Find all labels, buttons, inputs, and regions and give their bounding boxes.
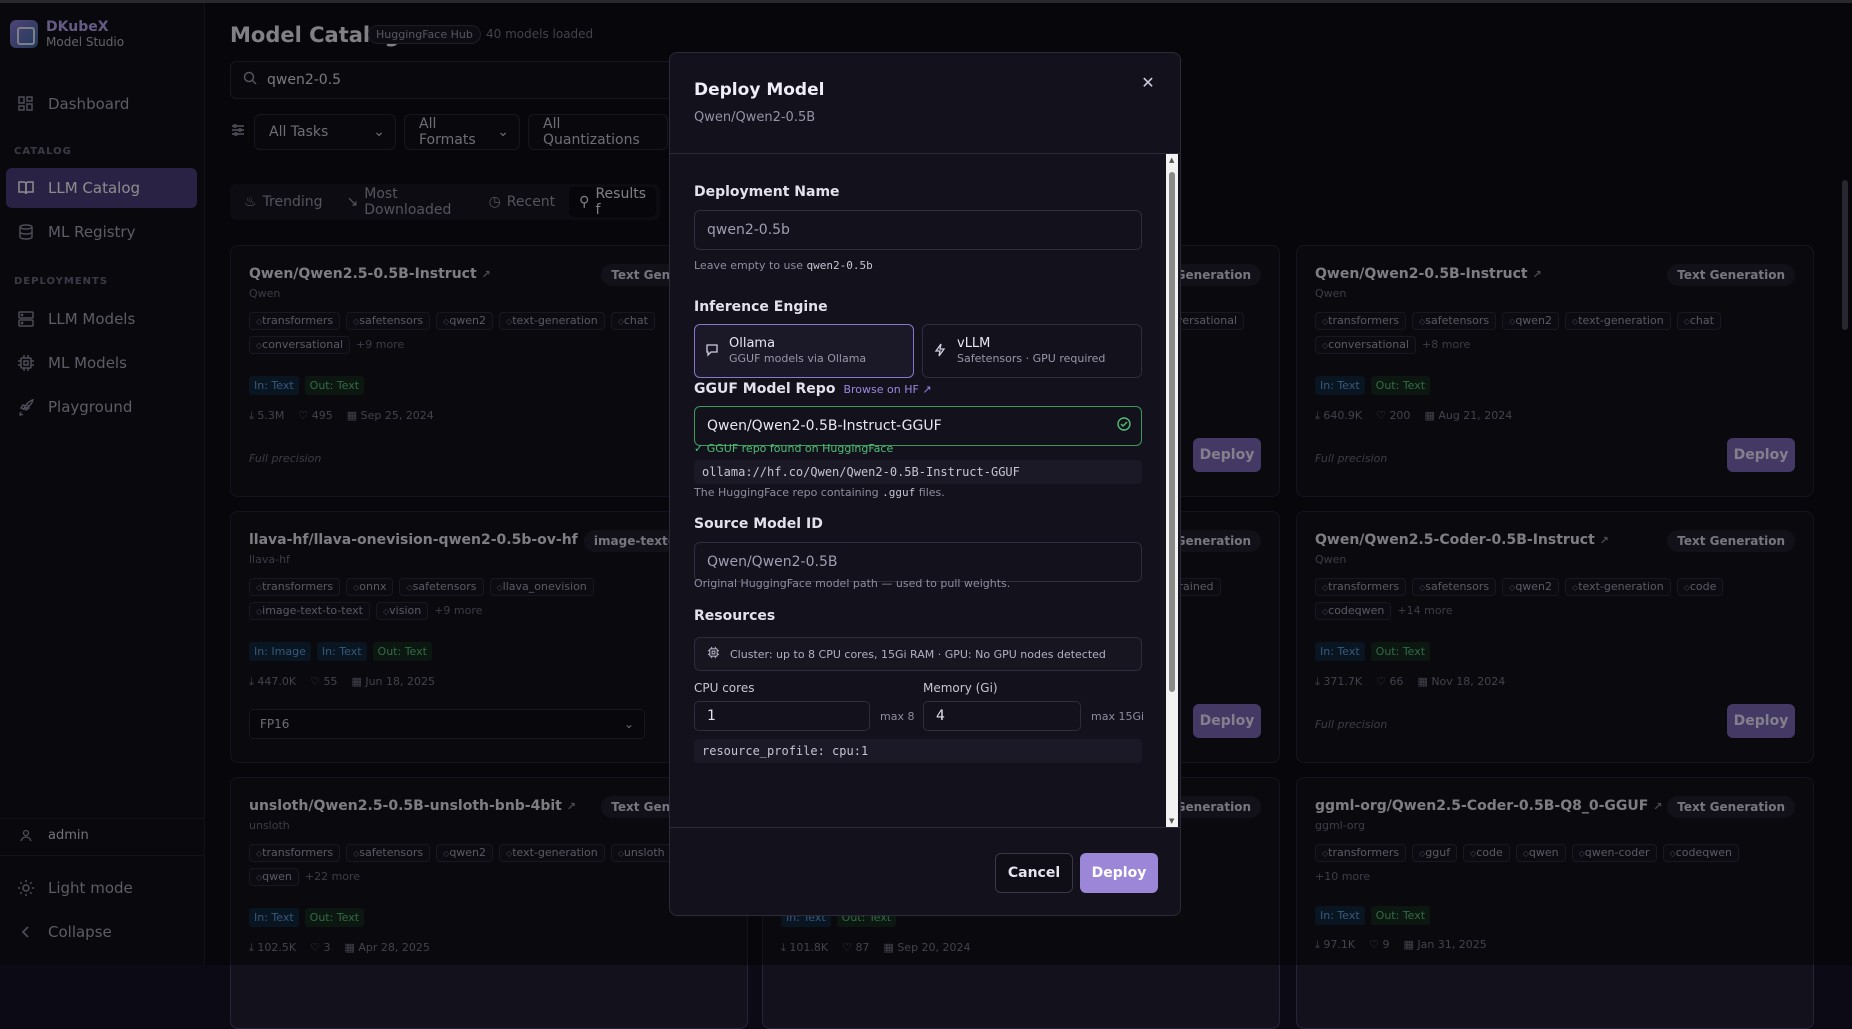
- dialog-title: Deploy Model: [694, 80, 824, 100]
- ollama-uri: ollama://hf.co/Qwen/Qwen2-0.5B-Instruct-…: [694, 460, 1142, 484]
- dialog-scrollbar[interactable]: ▲ ▼: [1166, 154, 1178, 827]
- memory-input[interactable]: 4: [923, 701, 1081, 731]
- external-link-icon: ↗: [922, 383, 931, 396]
- source-model-placeholder: Qwen/Qwen2-0.5B: [707, 554, 837, 570]
- close-icon[interactable]: ✕: [1138, 73, 1158, 93]
- inference-engine-label: Inference Engine: [694, 299, 828, 315]
- source-model-help: Original HuggingFace model path — used t…: [694, 577, 1010, 590]
- help-code: .gguf: [882, 486, 915, 499]
- gguf-repo-help: The HuggingFace repo containing .gguf fi…: [694, 486, 945, 499]
- check-circle-icon: ✓: [694, 442, 707, 455]
- cpu-max-hint: max 8: [880, 710, 914, 723]
- source-model-input[interactable]: Qwen/Qwen2-0.5B: [694, 542, 1142, 582]
- gguf-repo-label: GGUF Model Repo Browse on HF ↗: [694, 381, 932, 397]
- resource-profile: resource_profile: cpu:1: [694, 739, 1142, 763]
- dialog-subtitle: Qwen/Qwen2-0.5B: [694, 110, 815, 125]
- gguf-status-text: GGUF repo found on HuggingFace: [707, 442, 894, 455]
- dialog-footer-divider: [670, 827, 1181, 828]
- cpu-cores-input[interactable]: 1: [694, 701, 870, 731]
- lightning-icon: [933, 342, 947, 361]
- help-text: Leave empty to use: [694, 259, 807, 272]
- engine-option-ollama[interactable]: OllamaGGUF models via Ollama: [694, 324, 914, 378]
- memory-label: Memory (Gi): [923, 681, 998, 695]
- source-model-label: Source Model ID: [694, 516, 823, 532]
- cpu-icon: [707, 646, 720, 662]
- gguf-repo-value: Qwen/Qwen2-0.5B-Instruct-GGUF: [707, 418, 942, 434]
- engine-description: GGUF models via Ollama: [729, 352, 866, 366]
- browse-on-hf-link[interactable]: Browse on HF ↗: [843, 383, 931, 396]
- engine-name: Ollama: [729, 336, 866, 352]
- dialog-body: Deployment Name qwen2-0.5b Leave empty t…: [670, 154, 1181, 827]
- gguf-repo-label-text: GGUF Model Repo: [694, 381, 835, 397]
- gguf-repo-input[interactable]: Qwen/Qwen2-0.5B-Instruct-GGUF: [694, 406, 1142, 446]
- chat-icon: [705, 342, 719, 361]
- deployment-name-label: Deployment Name: [694, 184, 840, 200]
- help-text: files.: [915, 486, 944, 499]
- engine-name: vLLM: [957, 336, 1105, 352]
- check-circle-icon: [1117, 417, 1131, 435]
- deploy-model-dialog: Deploy Model Qwen/Qwen2-0.5B ✕ Deploymen…: [669, 52, 1181, 916]
- help-text: The HuggingFace repo containing: [694, 486, 882, 499]
- deployment-name-placeholder: qwen2-0.5b: [707, 222, 790, 238]
- deployment-name-help: Leave empty to use qwen2-0.5b: [694, 259, 873, 272]
- resources-label: Resources: [694, 608, 775, 624]
- gguf-repo-status: ✓ GGUF repo found on HuggingFace: [694, 442, 893, 455]
- cluster-info: Cluster: up to 8 CPU cores, 15Gi RAM · G…: [694, 637, 1142, 671]
- memory-max-hint: max 15Gi: [1091, 710, 1144, 723]
- deploy-button[interactable]: Deploy: [1080, 853, 1158, 893]
- scroll-up-arrow-icon[interactable]: ▲: [1169, 156, 1174, 164]
- cluster-info-text: Cluster: up to 8 CPU cores, 15Gi RAM · G…: [730, 648, 1106, 661]
- engine-option-vllm[interactable]: vLLMSafetensors · GPU required: [922, 324, 1142, 378]
- scrollbar-thumb[interactable]: [1169, 172, 1175, 692]
- engine-description: Safetensors · GPU required: [957, 352, 1105, 366]
- browse-link-text: Browse on HF: [843, 383, 918, 396]
- scroll-down-arrow-icon[interactable]: ▼: [1169, 817, 1174, 825]
- help-code: qwen2-0.5b: [807, 259, 873, 272]
- cpu-cores-label: CPU cores: [694, 681, 754, 695]
- cancel-button[interactable]: Cancel: [995, 853, 1073, 893]
- deployment-name-input[interactable]: qwen2-0.5b: [694, 210, 1142, 250]
